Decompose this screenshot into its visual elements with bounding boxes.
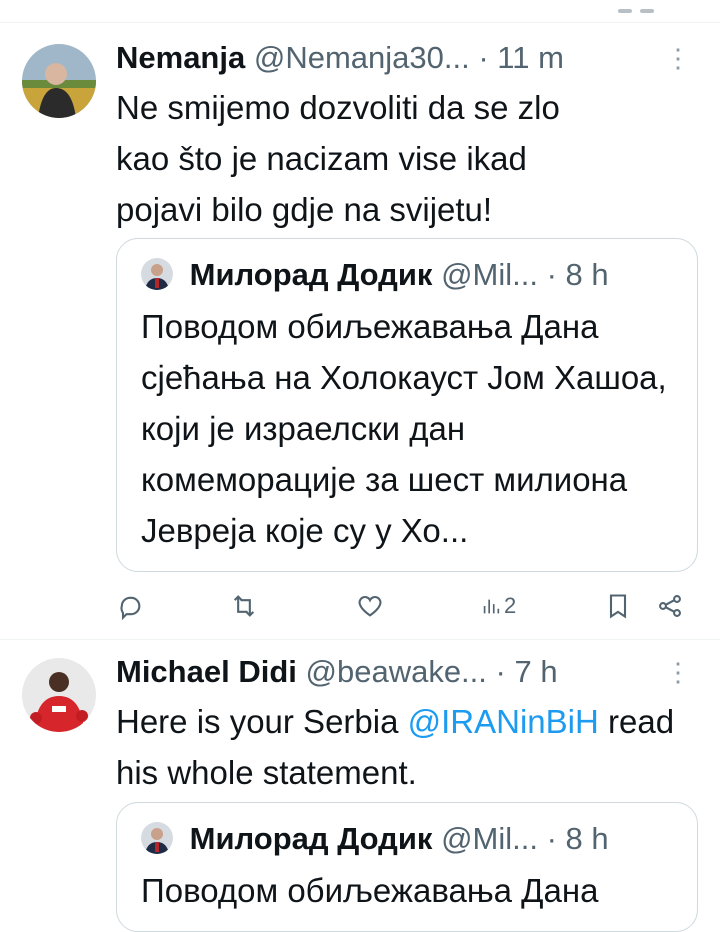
separator-dot: · — [478, 40, 489, 75]
retweet-icon[interactable] — [230, 586, 258, 626]
quoted-header: Милорад Додик @Mil... · 8 h — [141, 817, 675, 861]
quoted-timestamp: 8 h — [565, 821, 609, 856]
tweet-text: Here is your Serbia @IRANinBiH read his … — [116, 696, 676, 798]
more-dots-icon[interactable]: ⋮ — [665, 650, 691, 694]
share-icon[interactable] — [656, 586, 684, 626]
avatar-dodik — [141, 822, 173, 854]
tweet-divider — [0, 639, 720, 640]
quoted-tweet[interactable]: Милорад Додик @Mil... · 8 h Поводом обиљ… — [116, 802, 698, 932]
quoted-author-name: Милорад Додик — [189, 821, 433, 856]
tweet-text-prefix: Here is your Serbia — [116, 703, 408, 740]
author-name[interactable]: Nemanja — [116, 40, 245, 75]
timestamp[interactable]: 7 h — [514, 654, 557, 689]
separator-dot: · — [546, 257, 557, 292]
author-handle[interactable]: @Nemanja30... — [254, 40, 470, 75]
previous-tweet-stub — [618, 0, 678, 13]
timestamp[interactable]: 11 m — [497, 40, 564, 75]
bookmark-icon[interactable] — [604, 586, 632, 626]
author-handle[interactable]: @beawake... — [306, 654, 487, 689]
heart-icon[interactable] — [356, 586, 384, 626]
mention-link[interactable]: @IRANinBiH — [408, 703, 599, 740]
comment-icon[interactable] — [116, 586, 144, 626]
quoted-tweet[interactable]: Милорад Додик @Mil... · 8 h Поводом обиљ… — [116, 238, 698, 572]
quoted-header: Милорад Додик @Mil... · 8 h — [141, 253, 675, 297]
tweet-text: Ne smijemo dozvoliti da se zlo kao što j… — [116, 89, 560, 228]
avatar-michael-didi[interactable] — [22, 658, 96, 732]
quoted-text: Поводом обиљежавања Дана — [141, 872, 599, 909]
quoted-timestamp: 8 h — [565, 257, 609, 292]
author-name[interactable]: Michael Didi — [116, 654, 297, 689]
quoted-author-name: Милорад Додик — [189, 257, 433, 292]
separator-dot: · — [546, 821, 557, 856]
more-dots-icon[interactable]: ⋮ — [665, 36, 691, 80]
views-count: 2 — [504, 593, 517, 618]
views-chart-icon — [483, 599, 500, 614]
separator-dot: · — [495, 654, 506, 689]
quoted-text: Поводом обиљежавања Дана сјећања на Холо… — [141, 308, 667, 549]
views-button[interactable]: 2 — [480, 586, 516, 626]
quoted-author-handle: @Mil... — [441, 821, 538, 856]
avatar-dodik — [141, 258, 173, 290]
tweet-actions: 2 — [116, 586, 696, 626]
avatar-nemanja[interactable] — [22, 44, 96, 118]
tweet-header: Nemanja @Nemanja30... · 11 m ⋮ — [116, 36, 698, 80]
tweet-header: Michael Didi @beawake... · 7 h ⋮ — [116, 650, 698, 694]
quoted-author-handle: @Mil... — [441, 257, 538, 292]
top-divider — [0, 22, 720, 23]
